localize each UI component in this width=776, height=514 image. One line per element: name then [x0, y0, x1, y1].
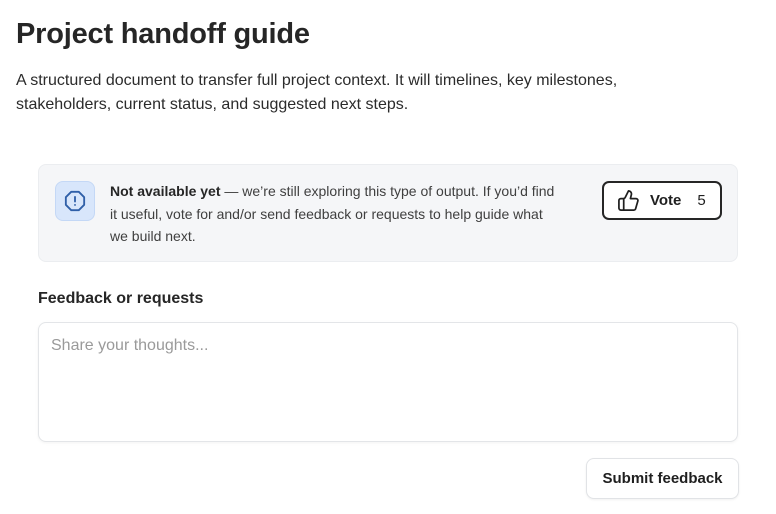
- page-title: Project handoff guide: [16, 18, 310, 50]
- page: Project handoff guide A structured docum…: [0, 0, 776, 514]
- feedback-label: Feedback or requests: [38, 290, 204, 307]
- vote-count: 5: [697, 192, 706, 209]
- notice-text: Not available yet — we’re still explorin…: [110, 180, 560, 248]
- vote-button[interactable]: Vote 5: [602, 181, 722, 220]
- notice-title: Not available yet: [110, 183, 221, 199]
- alert-octagon-icon: [55, 181, 95, 221]
- feedback-textarea[interactable]: [38, 322, 738, 442]
- not-available-notice: Not available yet — we’re still explorin…: [38, 164, 738, 262]
- vote-label: Vote: [650, 192, 682, 209]
- page-description: A structured document to transfer full p…: [16, 72, 618, 113]
- submit-feedback-button[interactable]: Submit feedback: [586, 458, 739, 499]
- thumbs-up-icon: [617, 189, 640, 212]
